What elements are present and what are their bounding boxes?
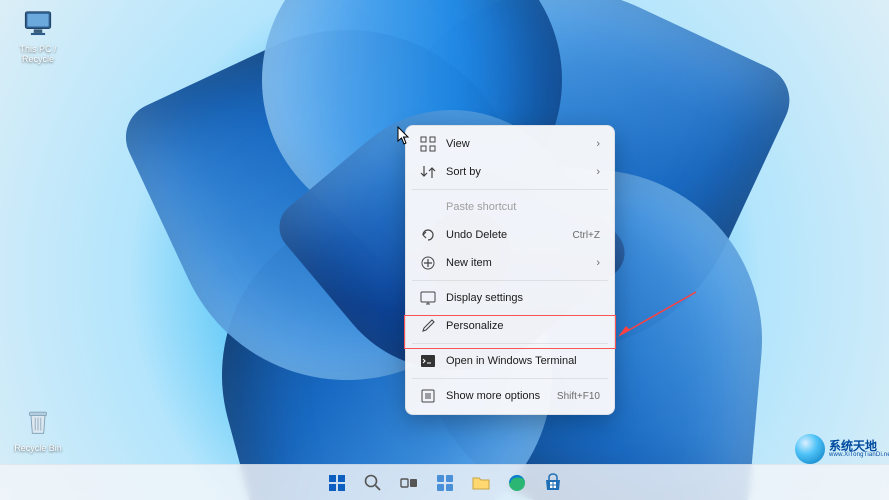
taskbar-widgets-button[interactable]: [428, 466, 461, 499]
desktop-icon-recyclebin[interactable]: Recycle Bin: [6, 405, 70, 454]
new-icon: [420, 255, 436, 271]
menu-item-new[interactable]: New item ›: [410, 249, 610, 277]
blank-icon: [420, 199, 436, 215]
watermark-logo: 系统天地 www.XiTongTianDi.net: [795, 434, 885, 464]
menu-item-undo-delete[interactable]: Undo Delete Ctrl+Z: [410, 221, 610, 249]
chevron-right-icon: ›: [596, 257, 600, 269]
menu-item-label: Undo Delete: [446, 229, 565, 241]
menu-item-paste-shortcut: Paste shortcut: [410, 193, 610, 221]
globe-icon: [795, 434, 825, 464]
chevron-right-icon: ›: [596, 166, 600, 178]
taskbar-edge-button[interactable]: [500, 466, 533, 499]
windows-start-icon: [327, 473, 347, 493]
menu-item-label: Display settings: [446, 292, 600, 304]
mouse-cursor: [397, 126, 411, 146]
menu-separator: [412, 343, 608, 344]
file-explorer-icon: [471, 473, 491, 493]
taskbar-start-button[interactable]: [320, 466, 353, 499]
menu-item-label: New item: [446, 257, 596, 269]
menu-item-accelerator: Shift+F10: [557, 391, 600, 402]
taskbar-search-button[interactable]: [356, 466, 389, 499]
task-view-icon: [399, 473, 419, 493]
taskbar-taskview-button[interactable]: [392, 466, 425, 499]
desktop-context-menu: View › Sort by › Paste shortcut Undo Del…: [405, 125, 615, 415]
menu-item-label: Paste shortcut: [446, 201, 600, 213]
menu-item-display-settings[interactable]: Display settings: [410, 284, 610, 312]
menu-separator: [412, 189, 608, 190]
taskbar: [0, 464, 889, 500]
menu-separator: [412, 378, 608, 379]
menu-item-sortby[interactable]: Sort by ›: [410, 158, 610, 186]
menu-item-view[interactable]: View ›: [410, 130, 610, 158]
menu-item-label: Show more options: [446, 390, 549, 402]
menu-item-label: Personalize: [446, 320, 600, 332]
more-options-icon: [420, 388, 436, 404]
widgets-icon: [435, 473, 455, 493]
chevron-right-icon: ›: [596, 138, 600, 150]
menu-item-personalize[interactable]: Personalize: [410, 312, 610, 340]
taskbar-explorer-button[interactable]: [464, 466, 497, 499]
desktop-icon-label: This PC / Recycle: [6, 45, 70, 65]
search-icon: [363, 473, 383, 493]
menu-item-label: View: [446, 138, 596, 150]
sort-icon: [420, 164, 436, 180]
menu-item-label: Open in Windows Terminal: [446, 355, 600, 367]
store-icon: [543, 473, 563, 493]
menu-item-open-terminal[interactable]: Open in Windows Terminal: [410, 347, 610, 375]
desktop-icon-thispc[interactable]: This PC / Recycle: [6, 6, 70, 65]
desktop-icon-label: Recycle Bin: [6, 444, 70, 454]
undo-icon: [420, 227, 436, 243]
personalize-icon: [420, 318, 436, 334]
taskbar-store-button[interactable]: [536, 466, 569, 499]
recycle-bin-icon: [21, 405, 55, 439]
menu-item-accelerator: Ctrl+Z: [573, 230, 601, 241]
edge-icon: [507, 473, 527, 493]
display-icon: [420, 290, 436, 306]
watermark-text-en: www.XiTongTianDi.net: [829, 452, 889, 458]
annotation-arrow: [618, 290, 698, 340]
view-grid-icon: [420, 136, 436, 152]
terminal-icon: [420, 353, 436, 369]
menu-item-label: Sort by: [446, 166, 596, 178]
watermark-text-zh: 系统天地: [829, 440, 889, 452]
menu-separator: [412, 280, 608, 281]
desktop[interactable]: This PC / Recycle Recycle Bin View › Sor…: [0, 0, 889, 500]
pc-icon: [21, 6, 55, 40]
menu-item-show-more-options[interactable]: Show more options Shift+F10: [410, 382, 610, 410]
